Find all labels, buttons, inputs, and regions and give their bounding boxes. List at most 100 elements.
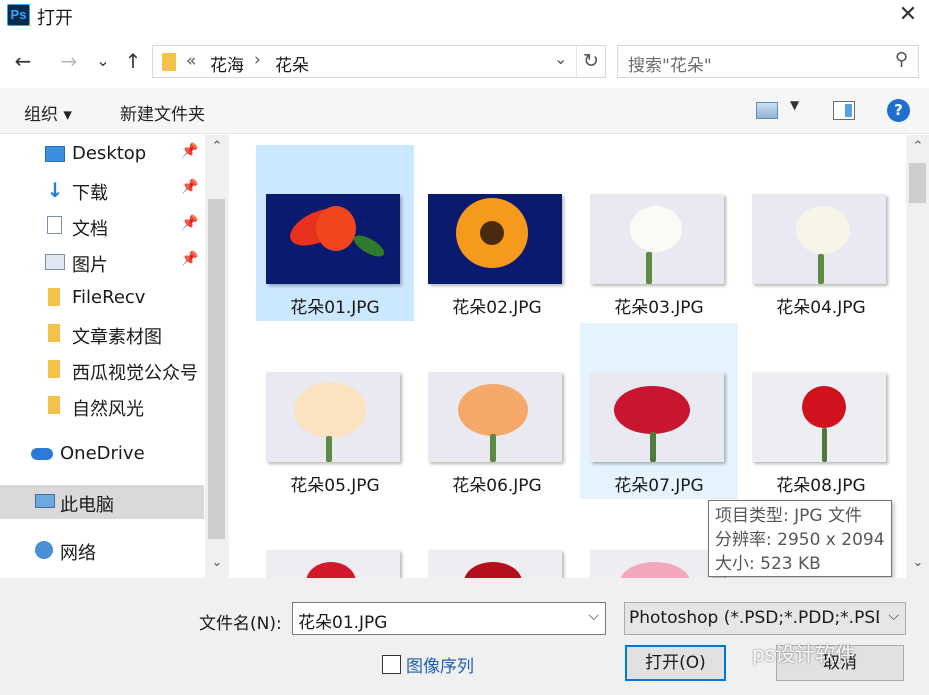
forward-arrow-icon[interactable]: → — [56, 48, 82, 74]
navigation-pane: Desktop 📌 ↓ 下载 📌 文档 📌 图片 📌 FileRecv 文章素材… — [0, 135, 230, 578]
tooltip-dimensions: 分辨率: 2950 x 2094 — [715, 530, 885, 550]
sidebar-item-label: OneDrive — [60, 443, 145, 464]
sidebar-item-label: 此电脑 — [60, 495, 114, 516]
thumbnail-image — [590, 550, 724, 578]
dialog-footer: 文件名(N): 花朵01.JPG ⌵ Photoshop (*.PSD;*.PD… — [0, 578, 929, 695]
file-tile[interactable] — [256, 501, 414, 578]
recent-locations-chevron-down-icon[interactable]: ⌄ — [90, 48, 116, 74]
thumbnail-image — [266, 194, 400, 284]
thumbnail-image — [752, 194, 886, 284]
pin-icon[interactable]: 📌 — [181, 143, 198, 159]
navigation-pane-scrollbar[interactable]: ⌃ ⌄ — [205, 135, 229, 578]
file-type-chevron-down-icon[interactable]: ⌵ — [888, 608, 899, 624]
file-view-scrollbar[interactable]: ⌃ ⌄ — [906, 135, 929, 578]
thumbnail-image — [590, 372, 724, 462]
sidebar-item-article-assets[interactable]: 文章素材图 — [0, 317, 204, 351]
window-title: 打开 — [37, 8, 73, 29]
file-tile[interactable]: 花朵01.JPG — [256, 145, 414, 321]
sidebar-item-xigua-official[interactable]: 西瓜视觉公众号 — [0, 353, 204, 387]
file-name: 花朵06.JPG — [452, 476, 542, 496]
sidebar-item-desktop[interactable]: Desktop 📌 — [0, 137, 204, 171]
file-info-tooltip: 项目类型: JPG 文件 分辨率: 2950 x 2094 大小: 523 KB — [708, 500, 892, 577]
file-name: 花朵08.JPG — [776, 476, 866, 496]
thumbnail-image — [428, 194, 562, 284]
photoshop-logo-icon: Ps — [7, 4, 30, 26]
scrollbar-thumb[interactable] — [208, 199, 225, 539]
sidebar-item-label: 网络 — [60, 543, 96, 564]
desktop-icon — [45, 146, 65, 162]
back-arrow-icon[interactable]: ← — [10, 48, 36, 74]
folder-icon — [48, 324, 60, 342]
filename-dropdown-chevron-down-icon[interactable]: ⌵ — [588, 608, 599, 624]
filename-field[interactable]: 花朵01.JPG ⌵ — [292, 602, 606, 635]
pin-icon[interactable]: 📌 — [181, 179, 198, 195]
close-icon[interactable]: ✕ — [895, 2, 921, 28]
sidebar-item-filerecv[interactable]: FileRecv — [0, 281, 204, 315]
scrollbar-thumb[interactable] — [909, 163, 926, 203]
folder-icon — [162, 53, 176, 71]
file-tile[interactable]: 花朵08.JPG — [742, 323, 900, 499]
scroll-up-arrow-icon[interactable]: ⌃ — [906, 139, 929, 154]
file-name: 花朵04.JPG — [776, 298, 866, 318]
file-tile[interactable]: 花朵03.JPG — [580, 145, 738, 321]
navigation-bar: ← → ⌄ ↑ « 花海 › 花朵 ⌄ ↻ 搜索"花朵" ⚲ — [0, 38, 929, 86]
new-folder-button[interactable]: 新建文件夹 — [120, 100, 205, 125]
sidebar-item-documents[interactable]: 文档 📌 — [0, 209, 204, 243]
file-tile[interactable] — [418, 501, 576, 578]
file-type-select[interactable]: Photoshop (*.PSD;*.PDD;*.PSD ⌵ — [624, 602, 906, 635]
thumbnail-image — [266, 550, 400, 578]
title-bar: Ps 打开 ✕ — [0, 0, 929, 32]
filename-input[interactable]: 花朵01.JPG — [298, 608, 387, 633]
address-bar[interactable]: « 花海 › 花朵 ⌄ ↻ — [152, 45, 606, 78]
image-sequence-label[interactable]: 图像序列 — [406, 652, 474, 677]
address-dropdown-chevron-down-icon[interactable]: ⌄ — [554, 49, 567, 68]
sidebar-item-this-pc[interactable]: 此电脑 — [0, 485, 204, 519]
folder-icon — [48, 288, 60, 306]
sidebar-item-nature-scenery[interactable]: 自然风光 — [0, 389, 204, 423]
open-button[interactable]: 打开(O) — [625, 645, 726, 681]
refresh-icon[interactable]: ↻ — [576, 46, 605, 77]
change-view-icon[interactable] — [756, 102, 778, 119]
scroll-up-arrow-icon[interactable]: ⌃ — [205, 139, 229, 154]
scroll-down-arrow-icon[interactable]: ⌄ — [906, 555, 929, 570]
pin-icon[interactable]: 📌 — [181, 215, 198, 231]
sidebar-item-label: 图片 — [72, 255, 108, 276]
file-tile[interactable]: 花朵06.JPG — [418, 323, 576, 499]
sidebar-item-label: Desktop — [72, 143, 147, 164]
file-tile[interactable]: 花朵07.JPG — [580, 323, 738, 499]
network-icon — [35, 541, 53, 559]
up-arrow-icon[interactable]: ↑ — [120, 48, 146, 74]
sidebar-item-pictures[interactable]: 图片 📌 — [0, 245, 204, 279]
search-icon[interactable]: ⚲ — [895, 49, 908, 70]
pc-icon — [35, 494, 55, 508]
document-icon — [47, 216, 62, 234]
pin-icon[interactable]: 📌 — [181, 251, 198, 267]
breadcrumb-chevron-right-icon[interactable]: › — [254, 50, 261, 70]
file-type-value: Photoshop (*.PSD;*.PDD;*.PSD — [629, 608, 879, 628]
tooltip-size: 大小: 523 KB — [715, 554, 821, 574]
file-name: 花朵03.JPG — [614, 298, 704, 318]
image-sequence-checkbox[interactable] — [382, 655, 401, 674]
scroll-down-arrow-icon[interactable]: ⌄ — [205, 555, 229, 570]
file-tile[interactable]: 花朵02.JPG — [418, 145, 576, 321]
view-options-dropdown-icon[interactable]: ▼ — [790, 98, 799, 112]
sidebar-item-label: 文章素材图 — [72, 327, 162, 348]
organize-menu-button[interactable]: 组织 ▾ — [24, 100, 72, 125]
file-name: 花朵01.JPG — [290, 298, 380, 318]
sidebar-item-label: 西瓜视觉公众号 — [72, 363, 198, 384]
breadcrumb-overflow[interactable]: « — [186, 51, 196, 71]
thumbnail-image — [428, 372, 562, 462]
search-box[interactable]: 搜索"花朵" ⚲ — [617, 45, 919, 78]
sidebar-item-onedrive[interactable]: OneDrive — [0, 437, 204, 471]
thumbnail-image — [752, 372, 886, 462]
search-input[interactable]: 搜索"花朵" — [628, 51, 712, 76]
file-tile[interactable]: 花朵04.JPG — [742, 145, 900, 321]
help-icon[interactable]: ? — [887, 99, 910, 122]
sidebar-item-network[interactable]: 网络 — [0, 533, 204, 567]
file-tile[interactable]: 花朵05.JPG — [256, 323, 414, 499]
breadcrumb-item-huaduo[interactable]: 花朵 — [275, 51, 309, 76]
preview-pane-icon[interactable] — [833, 101, 855, 120]
breadcrumb-item-huahai[interactable]: 花海 — [210, 51, 244, 76]
thumbnail-image — [590, 194, 724, 284]
sidebar-item-downloads[interactable]: ↓ 下载 📌 — [0, 173, 204, 207]
